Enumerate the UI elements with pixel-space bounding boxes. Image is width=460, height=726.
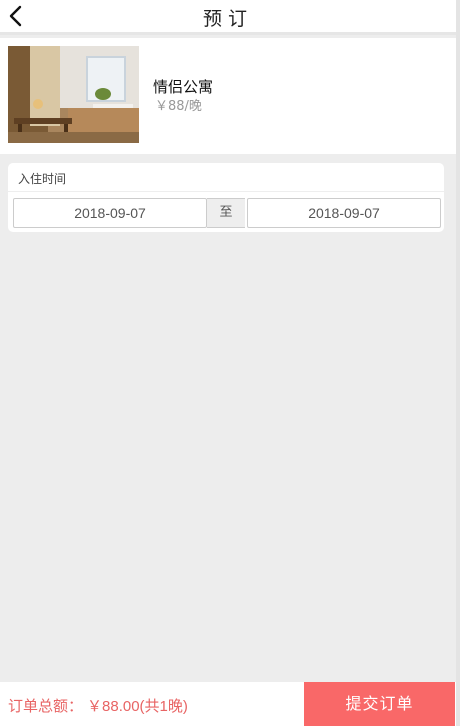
scrollbar-track <box>456 0 460 726</box>
room-photo[interactable] <box>8 46 139 143</box>
checkin-card: 入住时间 2018-09-07 至 2018-09-07 <box>8 163 444 232</box>
room-name: 情侣公寓 <box>153 78 214 96</box>
room-card: 情侣公寓 ￥88/晚 <box>0 38 456 154</box>
divider <box>8 191 444 192</box>
start-date-field[interactable]: 2018-09-07 <box>13 198 207 228</box>
room-price: ￥88/晚 <box>155 99 202 114</box>
checkin-label: 入住时间 <box>18 172 67 186</box>
bottom-bar: 订单总额： ￥88.00(共1晚) 提交订单 <box>0 682 456 726</box>
order-total: 订单总额： ￥88.00(共1晚) <box>8 695 188 716</box>
end-date-field[interactable]: 2018-09-07 <box>247 198 441 228</box>
order-total-value: ￥88.00(共1晚) <box>87 698 188 715</box>
top-bar: 预订 <box>0 0 456 35</box>
submit-order-button[interactable]: 提交订单 <box>304 682 455 726</box>
date-separator: 至 <box>207 198 245 228</box>
room-photo-image <box>8 46 139 143</box>
order-total-label: 订单总额： <box>8 698 84 715</box>
page-title: 预订 <box>202 8 253 30</box>
